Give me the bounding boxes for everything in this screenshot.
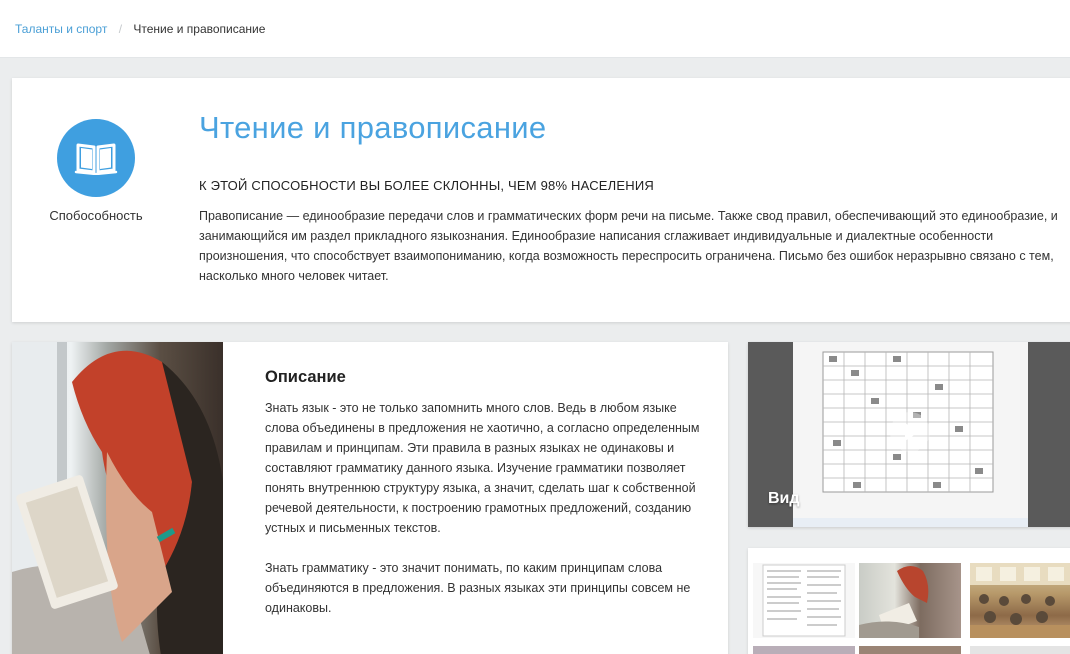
gallery-thumbnail[interactable]	[753, 563, 855, 638]
gallery-thumbnail[interactable]	[970, 646, 1070, 654]
gallery-thumbnail[interactable]	[970, 563, 1070, 638]
page-title: Чтение и правописание	[199, 110, 547, 145]
description-text: Знать язык - это не только запомнить мно…	[265, 398, 705, 618]
breadcrumb: Таланты и спорт / Чтение и правописание	[15, 21, 265, 37]
reading-girl-photo	[12, 342, 223, 654]
description-paragraph: Знать грамматику - это значит понимать, …	[265, 561, 691, 615]
breadcrumb-link-talents[interactable]: Таланты и спорт	[15, 22, 107, 36]
play-icon[interactable]	[888, 410, 932, 454]
breadcrumb-current: Чтение и правописание	[133, 22, 266, 36]
photo-gallery	[748, 548, 1070, 654]
gallery-thumbnail[interactable]	[859, 563, 961, 638]
intro-text: Правописание — единообразие передачи сло…	[199, 209, 1058, 283]
video-title: Вид	[768, 490, 800, 507]
description-card: Описание Знать язык - это не только запо…	[12, 342, 728, 654]
ability-label: Спобособность	[49, 208, 143, 223]
gallery-thumbnail[interactable]	[753, 646, 855, 654]
tendency-statement: К этой способности вы более склонны, чем…	[199, 178, 654, 193]
video-card[interactable]: Вид	[748, 342, 1070, 527]
top-bar: Таланты и спорт / Чтение и правописание	[0, 0, 1070, 58]
open-book-icon	[57, 119, 135, 197]
ability-header-card: Спобособность Чтение и правописание К эт…	[12, 78, 1070, 322]
gallery-thumbnail[interactable]	[859, 646, 961, 654]
breadcrumb-separator: /	[118, 22, 123, 36]
description-paragraph: Знать язык - это не только запомнить мно…	[265, 401, 700, 535]
description-title: Описание	[265, 368, 346, 386]
